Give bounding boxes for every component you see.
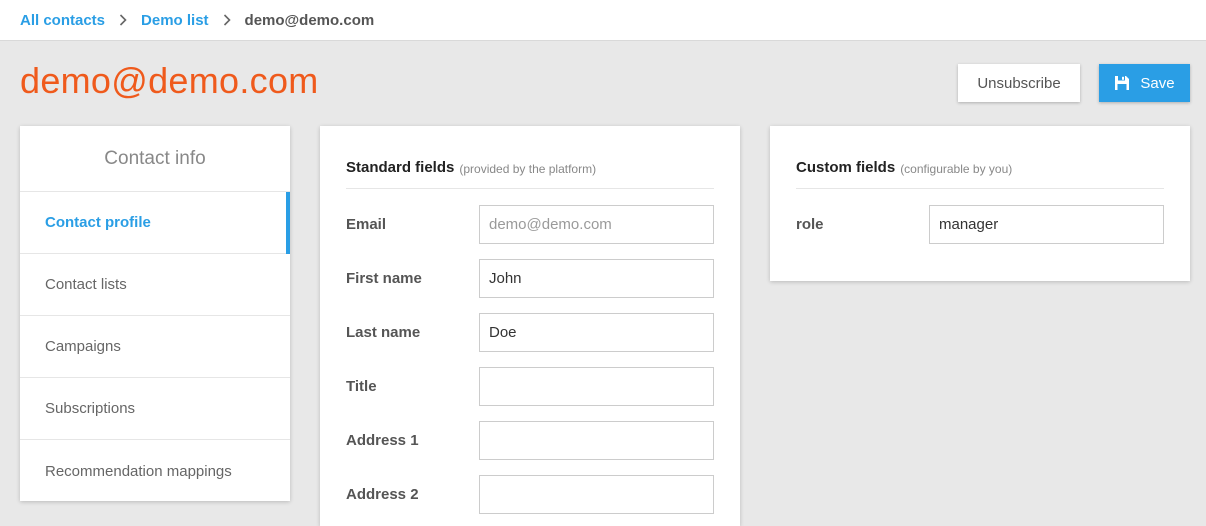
breadcrumb-demo-list[interactable]: Demo list	[141, 12, 209, 29]
field-row-last-name: Last name	[346, 305, 714, 359]
sidebar-item-label: Contact profile	[45, 214, 151, 231]
custom-fields-header: Custom fields (configurable by you)	[796, 126, 1164, 189]
breadcrumb-current: demo@demo.com	[244, 11, 375, 29]
floppy-disk-icon	[1114, 75, 1130, 91]
standard-fields-header: Standard fields (provided by the platfor…	[346, 126, 714, 189]
field-label: Address 1	[346, 431, 419, 449]
field-label: Address 2	[346, 485, 419, 503]
field-row-title: Title	[346, 359, 714, 413]
sidebar-item-subscriptions[interactable]: Subscriptions	[20, 378, 290, 440]
email-field[interactable]	[479, 204, 714, 244]
custom-fields-card: Custom fields (configurable by you) role	[770, 126, 1190, 281]
sidebar-item-label: Recommendation mappings	[45, 462, 232, 480]
field-label: Email	[346, 215, 387, 233]
custom-fields-subtitle: (configurable by you)	[900, 162, 1013, 176]
address-2-field[interactable]	[479, 474, 714, 514]
contact-info-sidebar: Contact info Contact profile Contact lis…	[20, 126, 290, 501]
field-label: role	[796, 215, 824, 233]
sidebar-item-label: Subscriptions	[45, 400, 136, 417]
sidebar-item-contact-profile[interactable]: Contact profile	[20, 192, 290, 254]
standard-fields-subtitle: (provided by the platform)	[459, 162, 597, 176]
chevron-right-icon	[105, 14, 141, 26]
title-field[interactable]	[479, 366, 714, 406]
field-row-address-2: Address 2	[346, 467, 714, 521]
field-label: First name	[346, 269, 422, 287]
unsubscribe-button-label: Unsubscribe	[977, 74, 1061, 92]
sidebar-item-label: Campaigns	[45, 338, 121, 355]
sidebar-item-recommendation-mappings[interactable]: Recommendation mappings	[20, 440, 290, 502]
role-field[interactable]	[929, 204, 1164, 244]
field-label: Title	[346, 377, 377, 395]
unsubscribe-button[interactable]: Unsubscribe	[958, 64, 1080, 102]
field-row-role: role	[796, 197, 1164, 251]
custom-fields-title: Custom fields	[796, 159, 896, 176]
sidebar-item-contact-lists[interactable]: Contact lists	[20, 254, 290, 316]
standard-fields-title: Standard fields	[346, 159, 455, 176]
chevron-right-icon	[209, 14, 245, 26]
breadcrumb-all-contacts[interactable]: All contacts	[20, 12, 105, 29]
address-1-field[interactable]	[479, 420, 714, 460]
save-button-label: Save	[1140, 74, 1175, 92]
sidebar-item-campaigns[interactable]: Campaigns	[20, 316, 290, 378]
standard-fields-card: Standard fields (provided by the platfor…	[320, 126, 740, 526]
first-name-field[interactable]	[479, 258, 714, 298]
last-name-field[interactable]	[479, 312, 714, 352]
breadcrumb: All contacts Demo list demo@demo.com	[0, 0, 1206, 41]
page-title: demo@demo.com	[20, 60, 319, 101]
field-label: Last name	[346, 323, 421, 341]
sidebar-item-label: Contact lists	[45, 276, 127, 293]
field-row-address-1: Address 1	[346, 413, 714, 467]
field-row-email: Email	[346, 197, 714, 251]
field-row-first-name: First name	[346, 251, 714, 305]
save-button[interactable]: Save	[1099, 64, 1190, 102]
sidebar-header: Contact info	[20, 126, 290, 192]
